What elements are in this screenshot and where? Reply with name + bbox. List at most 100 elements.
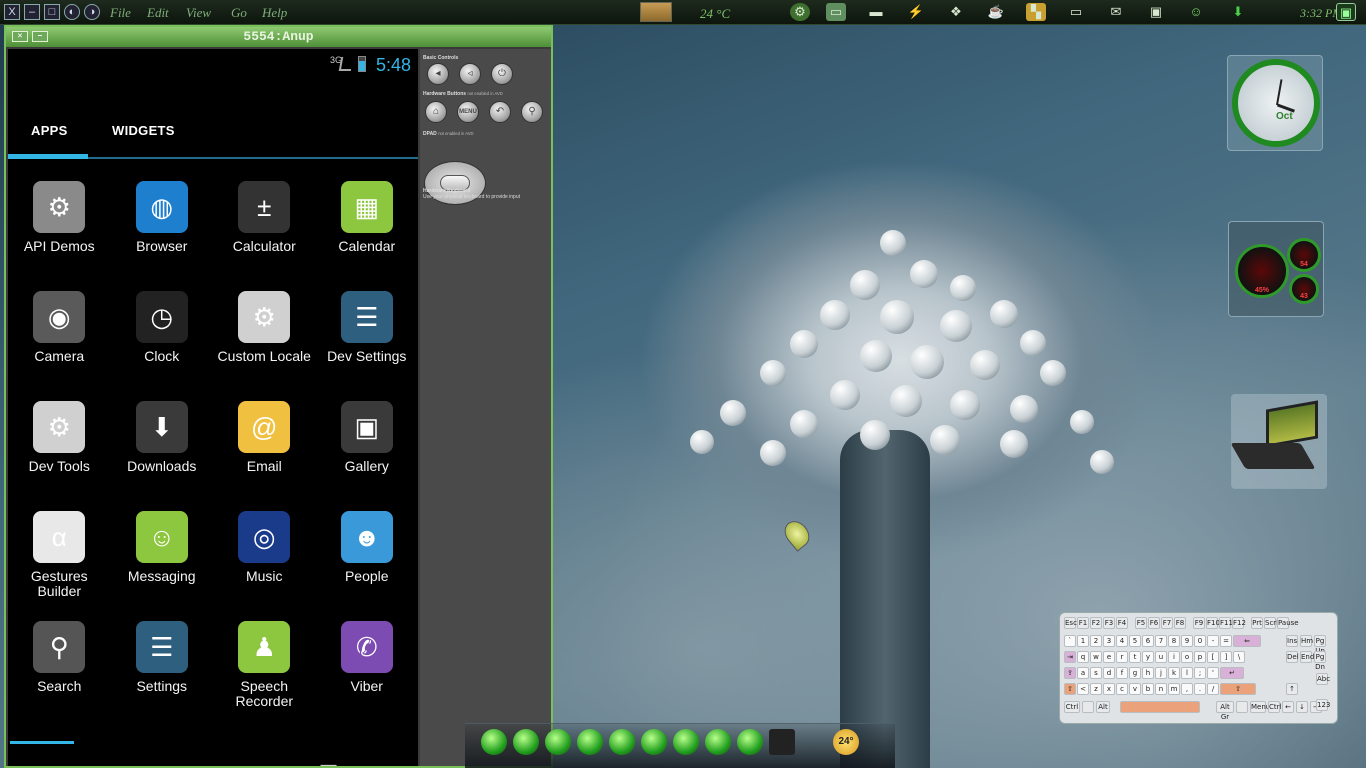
keyboard-key[interactable]: 0 <box>1194 635 1206 647</box>
navigation-key[interactable]: End <box>1300 651 1314 663</box>
tab-widgets[interactable]: WIDGETS <box>112 123 175 138</box>
function-key[interactable]: F1 <box>1077 617 1089 629</box>
user-icon[interactable]: ☺ <box>1186 3 1206 21</box>
function-key[interactable]: F6 <box>1148 617 1160 629</box>
keyboard-key[interactable]: 2 <box>1090 635 1102 647</box>
app-search[interactable]: ⚲ Search <box>8 617 111 727</box>
emulator-titlebar[interactable]: ✕ – 5554:Anup <box>6 27 551 47</box>
keyboard-key[interactable]: ] <box>1220 651 1232 663</box>
app-gallery[interactable]: ▣ Gallery <box>316 397 419 507</box>
book-icon[interactable] <box>577 729 603 755</box>
power-icon[interactable]: ⚡ <box>906 3 926 21</box>
keyboard-key[interactable]: - <box>1207 635 1219 647</box>
app-people[interactable]: ☻ People <box>316 507 419 617</box>
app-settings[interactable]: ☰ Settings <box>111 617 214 727</box>
keyboard-key[interactable]: i <box>1168 651 1180 663</box>
shift-key[interactable]: ⇧ <box>1220 683 1256 695</box>
app-downloads[interactable]: ⬇ Downloads <box>111 397 214 507</box>
navigation-key[interactable]: Pg Up <box>1314 635 1326 655</box>
close-window-button[interactable]: X <box>4 4 20 20</box>
function-key[interactable]: F12 <box>1232 617 1246 629</box>
keyboard-key[interactable]: 4 <box>1116 635 1128 647</box>
keyboard-key[interactable]: c <box>1116 683 1128 695</box>
function-key[interactable]: F9 <box>1193 617 1205 629</box>
app-speech-recorder[interactable]: ♟ Speech Recorder <box>213 617 316 727</box>
palette-icon[interactable]: ▚ <box>1026 3 1046 21</box>
keyboard-key[interactable]: o <box>1181 651 1193 663</box>
folder-icon[interactable]: ▭ <box>826 3 846 21</box>
menu-edit[interactable]: Edit <box>147 5 169 21</box>
function-key[interactable]: F8 <box>1174 617 1186 629</box>
chrome-icon[interactable] <box>609 729 635 755</box>
os-key[interactable] <box>1236 701 1248 713</box>
keyboard-key[interactable]: < <box>1077 683 1089 695</box>
menu-view[interactable]: View <box>186 5 211 21</box>
keyboard-icon[interactable]: ▭ <box>1066 3 1086 21</box>
dropbox-icon[interactable]: ❖ <box>946 3 966 21</box>
green-face-icon[interactable] <box>641 729 667 755</box>
navigation-key[interactable]: Hm <box>1300 635 1313 647</box>
keyboard-key[interactable]: k <box>1168 667 1180 679</box>
keyboard-key[interactable]: 5 <box>1129 635 1141 647</box>
function-key[interactable]: F5 <box>1135 617 1147 629</box>
app-music[interactable]: ◎ Music <box>213 507 316 617</box>
navigation-key[interactable]: Del <box>1286 651 1299 663</box>
keyboard-key[interactable]: 1 <box>1077 635 1089 647</box>
navigation-key[interactable]: ↓ <box>1296 701 1308 713</box>
volume-up-icon[interactable]: ◃ <box>459 63 481 85</box>
keyboard-key[interactable]: w <box>1090 651 1102 663</box>
navigation-key[interactable]: Pg Dn <box>1314 651 1326 671</box>
function-key[interactable]: Scrl <box>1264 617 1278 629</box>
power-icon[interactable]: ⏻ <box>491 63 513 85</box>
backspace-key[interactable]: ⇐ <box>1233 635 1261 647</box>
function-key[interactable]: Prt <box>1251 617 1263 629</box>
function-key[interactable]: F11 <box>1219 617 1233 629</box>
keyboard-key[interactable]: = <box>1220 635 1232 647</box>
app-email[interactable]: @ Email <box>213 397 316 507</box>
alt-key[interactable]: Alt <box>1096 701 1110 713</box>
function-key[interactable]: F4 <box>1116 617 1128 629</box>
skype-icon[interactable] <box>705 729 731 755</box>
navigation-key[interactable]: 123 <box>1316 699 1330 711</box>
keyboard-key[interactable]: z <box>1090 683 1102 695</box>
media-player-widget[interactable] <box>1230 394 1327 489</box>
keyboard-key[interactable]: j <box>1155 667 1167 679</box>
recent-apps-icon[interactable]: ❐ <box>308 764 348 767</box>
navigation-key[interactable]: Ins <box>1286 635 1298 647</box>
keyboard-key[interactable]: , <box>1181 683 1193 695</box>
keyboard-key[interactable]: . <box>1194 683 1206 695</box>
ubuntu-square-icon[interactable] <box>737 729 763 755</box>
search-icon[interactable]: ⚲ <box>521 101 543 123</box>
globe-icon[interactable] <box>673 729 699 755</box>
weather-icon[interactable] <box>640 2 672 22</box>
menu-go[interactable]: Go <box>231 5 247 21</box>
drive-icon[interactable]: ▬ <box>866 3 886 21</box>
function-key[interactable]: F10 <box>1206 617 1220 629</box>
function-key[interactable]: Esc <box>1064 617 1077 629</box>
ubuntu-icon[interactable] <box>513 729 539 755</box>
keyboard-key[interactable]: n <box>1155 683 1167 695</box>
navigation-key[interactable]: Abc <box>1316 673 1330 685</box>
menu-button[interactable]: MENU <box>457 101 479 123</box>
keyboard-key[interactable]: p <box>1194 651 1206 663</box>
app-custom-locale[interactable]: ⚙ Custom Locale <box>213 287 316 397</box>
function-key[interactable]: F7 <box>1161 617 1173 629</box>
tab-key[interactable]: ⇥ <box>1064 651 1076 663</box>
app-api-demos[interactable]: ⚙ API Demos <box>8 177 111 287</box>
keyboard-key[interactable]: 6 <box>1142 635 1154 647</box>
keyboard-key[interactable]: h <box>1142 667 1154 679</box>
tab-apps[interactable]: APPS <box>31 123 68 138</box>
mail-icon[interactable]: ✉ <box>1106 3 1126 21</box>
system-monitor-widget[interactable]: 45% 54 43 <box>1228 221 1324 317</box>
volume-down-icon[interactable]: ◂ <box>427 63 449 85</box>
cup-icon[interactable]: ☕ <box>986 3 1006 21</box>
minimize-icon[interactable]: – <box>32 31 48 42</box>
navigation-key[interactable]: ↑ <box>1286 683 1298 695</box>
keyboard-key[interactable]: t <box>1129 651 1141 663</box>
ctrl-key[interactable]: Ctrl <box>1064 701 1080 713</box>
app-viber[interactable]: ✆ Viber <box>316 617 419 727</box>
ctrl-key[interactable]: Ctrl <box>1268 701 1281 713</box>
app-dev-settings[interactable]: ☰ Dev Settings <box>316 287 419 397</box>
os-key[interactable] <box>1082 701 1094 713</box>
keyboard-key[interactable]: l <box>1181 667 1193 679</box>
